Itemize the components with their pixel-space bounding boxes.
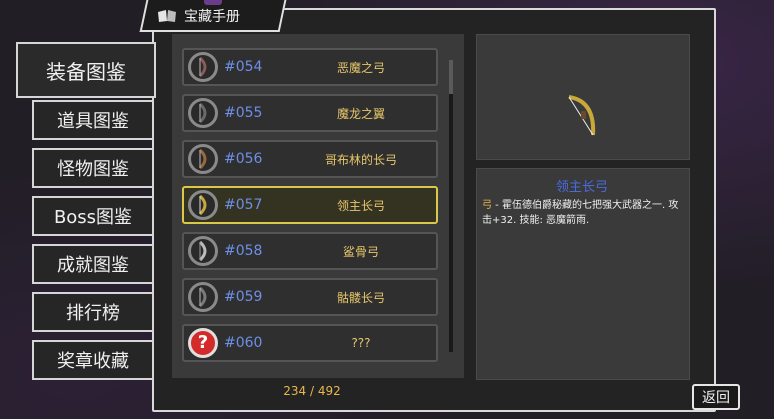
item-name: 鲨骨弓 <box>342 244 379 259</box>
list-item[interactable]: #059 骷髅长弓 <box>182 278 438 316</box>
nav-label: 装备图鉴 <box>46 59 126 84</box>
detail-description: 弓 - 霍伍德伯爵秘藏的七把强大武器之一. 攻击+32. 技能: 恶魔箭雨. <box>482 198 686 228</box>
item-list-panel: #054 恶魔之弓 #055 魔龙之翼 #056 哥布林的长弓 #057 领主长… <box>172 34 464 378</box>
detail-description-text: - 霍伍德伯爵秘藏的七把强大武器之一. 攻击+32. 技能: 恶魔箭雨. <box>482 200 679 226</box>
list-item[interactable]: #058 鲨骨弓 <box>182 232 438 270</box>
nav-label: 奖章收藏 <box>57 351 129 372</box>
list-item-selected[interactable]: #057 领主长弓 <box>182 186 438 224</box>
bow-icon <box>188 236 218 266</box>
nav-label: Boss图鉴 <box>53 207 133 228</box>
detail-category: 弓 <box>482 200 492 211</box>
item-id: #056 <box>224 151 263 167</box>
collection-counter: 234 / 492 <box>283 384 341 398</box>
item-name: 魔龙之翼 <box>336 106 385 121</box>
scrollbar-track[interactable] <box>449 60 453 352</box>
item-id: #060 <box>224 335 263 351</box>
nav-label: 排行榜 <box>66 303 120 324</box>
nav-label: 道具图鉴 <box>57 111 129 132</box>
item-id: #054 <box>224 59 263 75</box>
list-item[interactable]: #055 魔龙之翼 <box>182 94 438 132</box>
bow-icon <box>188 190 218 220</box>
detail-title: 领主长弓 <box>555 180 608 195</box>
window-title-text: 宝藏手册 <box>184 9 240 25</box>
nav-monster-codex[interactable]: 怪物图鉴 <box>32 148 154 188</box>
bow-icon <box>188 52 218 82</box>
bow-icon <box>188 98 218 128</box>
title-accent <box>204 0 222 5</box>
nav-achievement-codex[interactable]: 成就图鉴 <box>32 244 154 284</box>
question-icon: ? <box>188 328 218 358</box>
scrollbar-thumb[interactable] <box>449 60 453 94</box>
bow-icon <box>568 95 596 136</box>
item-id: #058 <box>224 243 263 259</box>
item-name: 哥布林的长弓 <box>324 152 397 167</box>
bow-icon <box>188 144 218 174</box>
book-icon <box>156 8 178 24</box>
nav-label: 怪物图鉴 <box>57 159 129 180</box>
nav-boss-codex[interactable]: Boss图鉴 <box>32 196 154 236</box>
bow-icon <box>188 282 218 312</box>
nav-equipment-codex[interactable]: 装备图鉴 <box>16 42 156 98</box>
nav-leaderboard[interactable]: 排行榜 <box>32 292 154 332</box>
list-item[interactable]: ? #060 ??? <box>182 324 438 362</box>
item-name: 骷髅长弓 <box>336 290 385 305</box>
nav-item-codex[interactable]: 道具图鉴 <box>32 100 154 140</box>
list-item[interactable]: #056 哥布林的长弓 <box>182 140 438 178</box>
item-name: 恶魔之弓 <box>336 60 385 75</box>
list-item[interactable]: #054 恶魔之弓 <box>182 48 438 86</box>
window-title: 宝藏手册 <box>152 2 284 30</box>
item-preview-panel <box>476 34 690 160</box>
nav-label: 成就图鉴 <box>57 255 129 276</box>
item-id: #057 <box>224 197 263 213</box>
item-id: #055 <box>224 105 263 121</box>
item-id: #059 <box>224 289 263 305</box>
item-name: ??? <box>351 336 371 350</box>
nav-medal-collection[interactable]: 奖章收藏 <box>32 340 154 380</box>
back-button[interactable]: 返回 <box>692 384 740 410</box>
item-name: 领主长弓 <box>336 198 385 213</box>
